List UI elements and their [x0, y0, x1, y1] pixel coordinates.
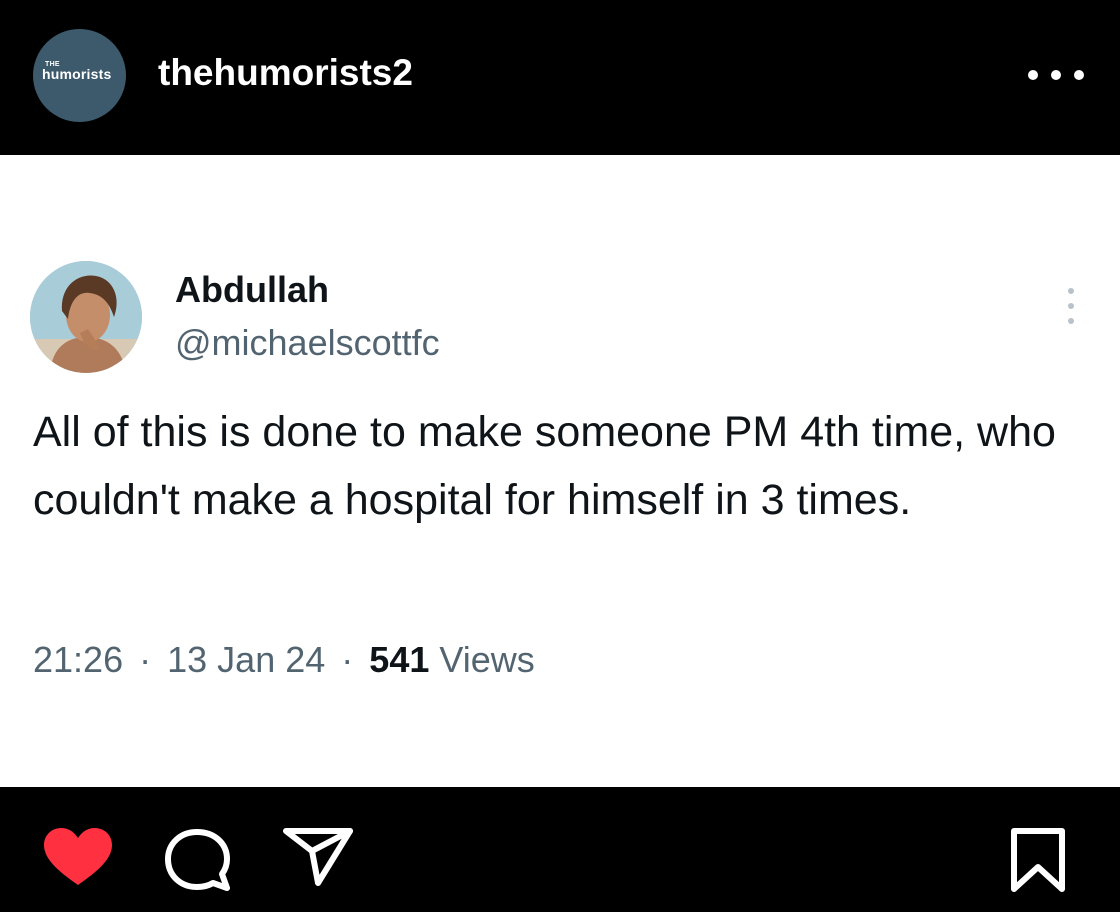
- account-avatar[interactable]: THE humorists: [33, 29, 126, 122]
- meta-separator: ·: [341, 639, 354, 680]
- instagram-post: THE humorists thehumorists2 Abdullah @mi…: [0, 0, 1120, 912]
- comment-icon[interactable]: [163, 827, 233, 893]
- views-label: Views: [439, 639, 535, 680]
- bookmark-icon[interactable]: [1008, 827, 1068, 895]
- share-icon[interactable]: [282, 827, 354, 887]
- tweet-date: 13 Jan 24: [167, 639, 326, 680]
- tweet-avatar: [30, 261, 142, 373]
- action-bar: [0, 787, 1120, 912]
- tweet-meta: 21:26 · 13 Jan 24 · 541 Views: [33, 639, 535, 681]
- tweet-text: All of this is done to make someone PM 4…: [33, 408, 1056, 524]
- meta-separator: ·: [139, 639, 152, 680]
- post-header: THE humorists thehumorists2: [0, 0, 1120, 155]
- more-vertical-icon[interactable]: [1064, 288, 1078, 324]
- tweet-time: 21:26: [33, 639, 124, 680]
- heart-icon[interactable]: [42, 827, 114, 887]
- avatar-photo: [30, 261, 142, 373]
- views-count: 541: [369, 639, 430, 680]
- more-options-icon[interactable]: [1028, 64, 1084, 86]
- user-handle[interactable]: @michaelscottfc: [175, 322, 440, 364]
- tweet-card: Abdullah @michaelscottfc All of this is …: [0, 155, 1120, 787]
- display-name[interactable]: Abdullah: [175, 269, 329, 311]
- logo-wordmark: humorists: [42, 66, 112, 82]
- account-name[interactable]: thehumorists2: [158, 52, 413, 94]
